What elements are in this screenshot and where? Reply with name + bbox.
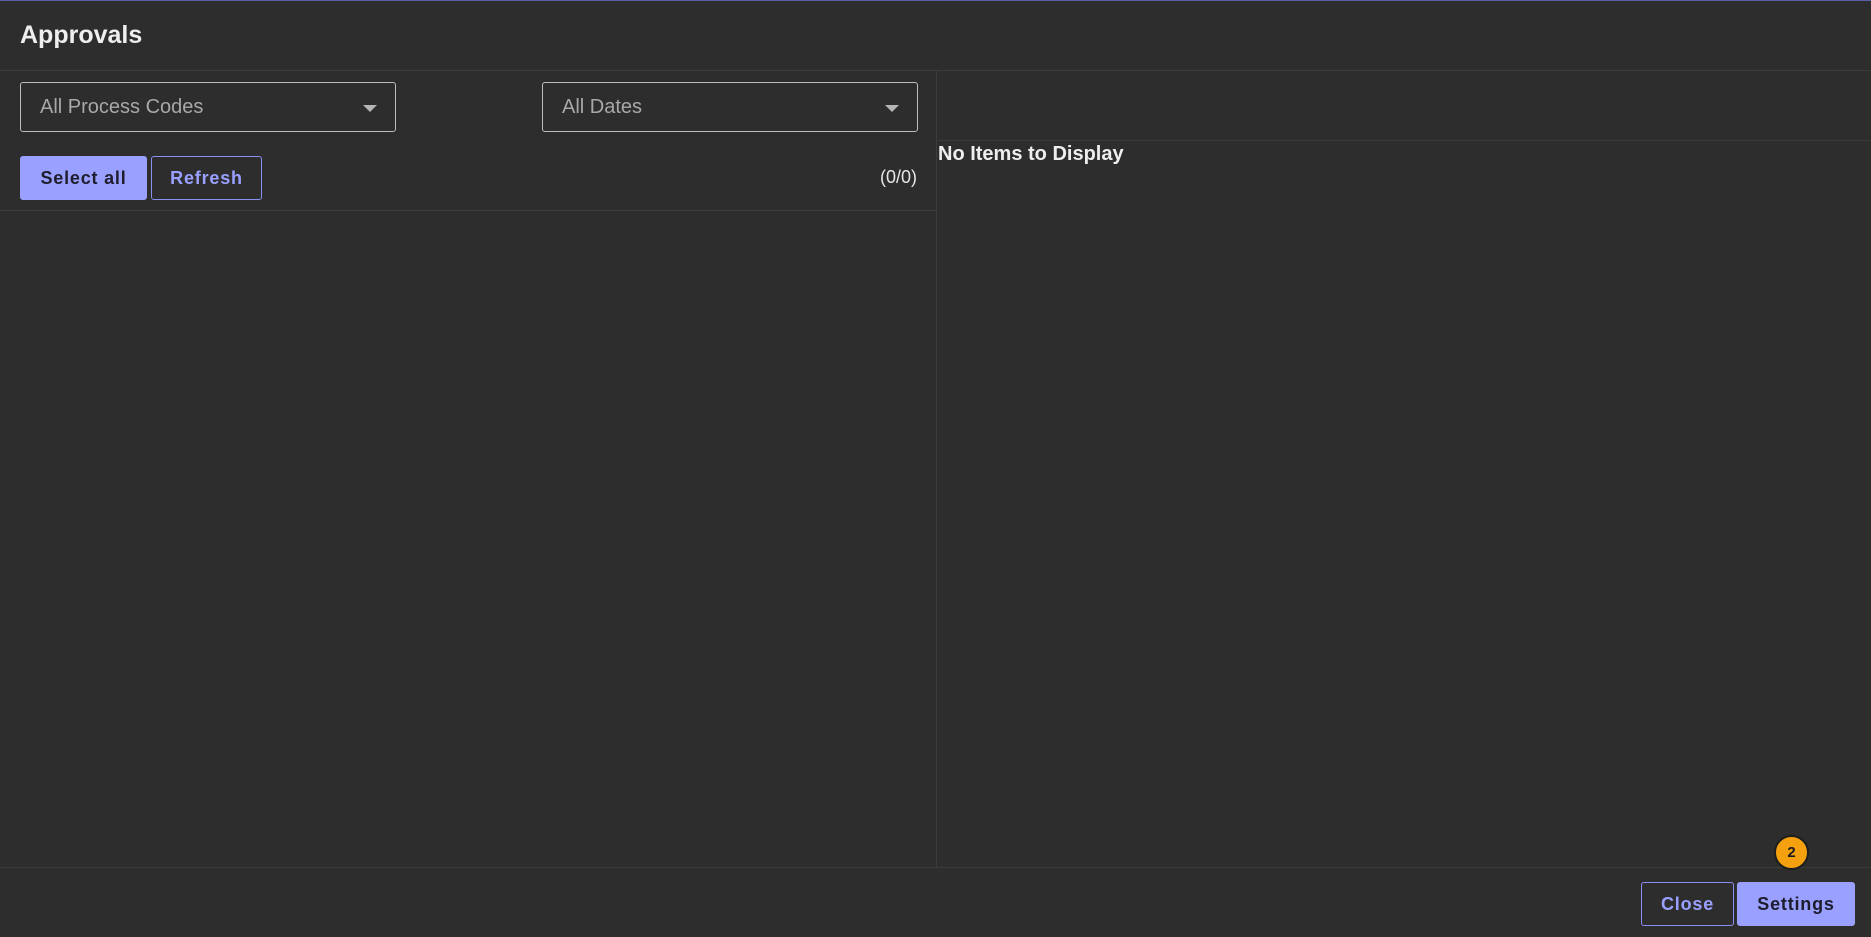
approval-detail-pane: No Items to Display (938, 71, 1871, 867)
notification-badge[interactable]: 2 (1774, 835, 1809, 870)
approvals-list-pane: All Process Codes All Dates Select all R… (0, 71, 937, 867)
dialog-footer: Close Settings (0, 867, 1871, 937)
dialog-title: Approvals (20, 21, 143, 49)
process-codes-select[interactable]: All Process Codes (20, 82, 396, 132)
dates-select[interactable]: All Dates (542, 82, 918, 132)
settings-button[interactable]: Settings (1737, 882, 1855, 926)
detail-header (938, 71, 1871, 141)
empty-state-message: No Items to Display (938, 143, 1124, 165)
list-toolbar: Select all Refresh (0/0) (0, 153, 937, 211)
approvals-dialog: Approvals All Process Codes All Dates Se… (0, 0, 1871, 936)
process-codes-select-value: All Process Codes (40, 96, 204, 118)
dates-select-value: All Dates (562, 96, 643, 118)
close-button[interactable]: Close (1641, 882, 1734, 926)
selection-count: (0/0) (879, 167, 917, 187)
chevron-down-icon (885, 105, 899, 112)
dialog-header: Approvals (0, 1, 1871, 71)
chevron-down-icon (363, 105, 377, 112)
refresh-button[interactable]: Refresh (151, 156, 262, 200)
select-all-button[interactable]: Select all (20, 156, 147, 200)
